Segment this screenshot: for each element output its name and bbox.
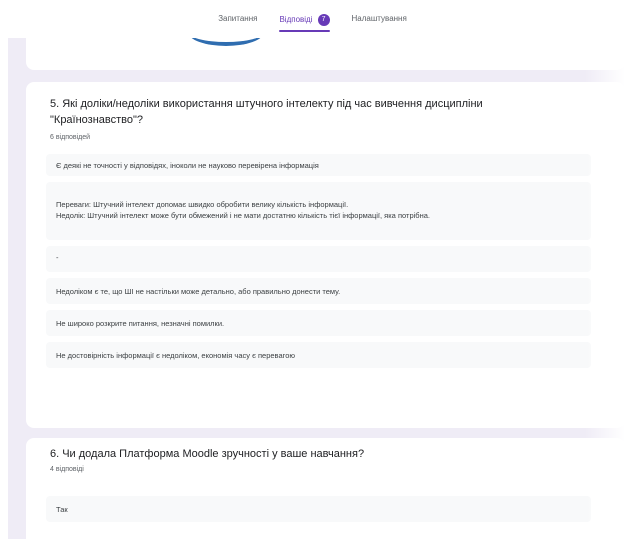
response-count: 6 відповідей [50, 134, 91, 141]
answer-item: Не широко розкрите питання, незначні пом… [46, 310, 591, 336]
answer-text: Так [56, 505, 68, 514]
answer-item: Є деякі не точності у відповідях, інокол… [46, 154, 591, 176]
answer-item: Так [46, 496, 591, 522]
previous-summary-card [26, 38, 625, 70]
answer-text: Недоліком є те, що ШІ не настільки може … [56, 287, 341, 296]
answer-text: - [56, 253, 59, 262]
question-card-6: 6. Чи додала Платформа Moodle зручності … [26, 438, 625, 539]
answer-text: Не широко розкрите питання, незначні пом… [56, 319, 225, 328]
right-edge-fade [585, 38, 625, 539]
answer-item: Переваги: Штучний інтелект допомає швидк… [46, 182, 591, 240]
responses-count-badge: 7 [317, 14, 330, 26]
question-title: 6. Чи додала Платформа Moodle зручності … [50, 448, 365, 460]
tab-questions[interactable]: Запитання [218, 14, 257, 32]
answer-item: - [46, 246, 591, 272]
answer-text: Переваги: Штучний інтелект допомає швидк… [56, 200, 430, 220]
tabs: Запитання Відповіді 7 Налаштування [0, 14, 625, 32]
tab-settings[interactable]: Налаштування [352, 14, 407, 32]
question-card-5: 5. Які доліки/недоліки використання штуч… [26, 82, 625, 428]
tab-questions-label: Запитання [218, 14, 258, 23]
tab-responses-label: Відповіді [279, 15, 313, 25]
answer-item: Не достовірність інформації є недоліком,… [46, 342, 591, 368]
question-title: 5. Які доліки/недоліки використання штуч… [50, 98, 483, 126]
tab-responses[interactable]: Відповіді 7 [279, 14, 330, 32]
answer-text: Не достовірність інформації є недоліком,… [56, 351, 295, 360]
response-count: 4 відповіді [50, 466, 84, 473]
responses-page: 5. Які доліки/недоліки використання штуч… [8, 38, 625, 539]
tab-settings-label: Налаштування [351, 14, 407, 23]
answer-item: Недоліком є те, що ШІ не настільки може … [46, 278, 591, 304]
top-tab-bar: Запитання Відповіді 7 Налаштування [0, 0, 625, 38]
answer-text: Є деякі не точності у відповідях, інокол… [56, 161, 319, 170]
